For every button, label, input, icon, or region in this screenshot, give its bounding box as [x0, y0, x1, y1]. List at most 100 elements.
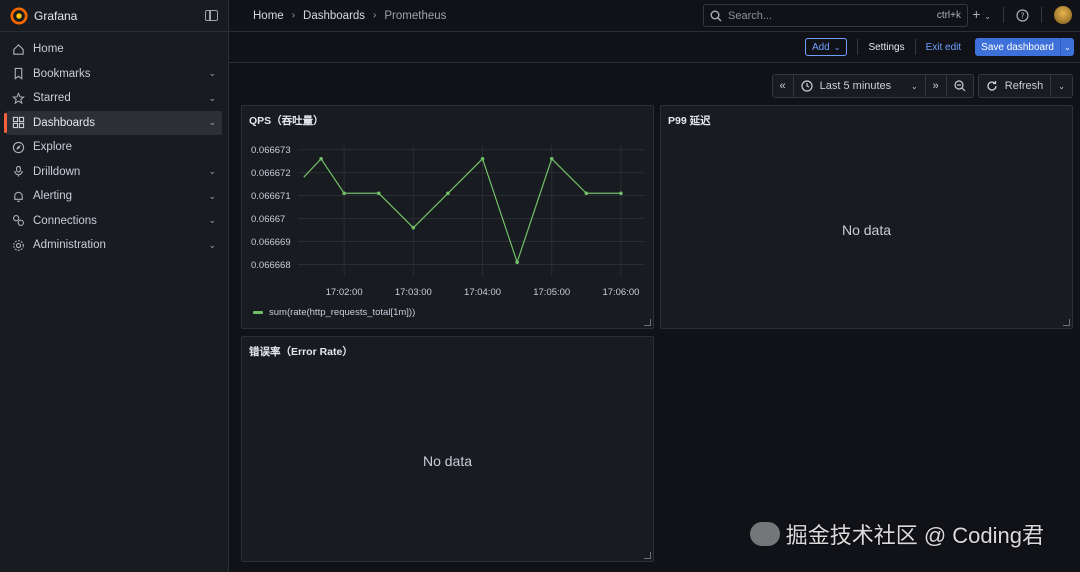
shift-forward-icon[interactable]: » — [926, 75, 947, 97]
breadcrumb-separator-icon: › — [291, 10, 296, 21]
top-bar: Home › Dashboards › Prometheus Search...… — [229, 0, 1080, 32]
time-range-picker[interactable]: Last 5 minutes ⌄ — [794, 75, 926, 97]
chevron-down-icon[interactable]: ⌄ — [208, 93, 216, 104]
qps-line-chart: 0.066673 0.066672 0.066671 0.06667 0.066669 0… — [251, 145, 644, 298]
y-tick-label: 0.06667 — [251, 214, 285, 225]
data-point[interactable] — [342, 191, 346, 196]
exit-edit-button[interactable]: Exit edit — [916, 42, 972, 53]
chevron-down-icon[interactable]: ⌄ — [208, 68, 216, 79]
sidebar-item-drilldown[interactable]: Drilldown ⌄ — [6, 160, 222, 184]
data-point[interactable] — [411, 225, 416, 230]
legend-label: sum(rate(http_requests_total[1m])) — [269, 307, 416, 318]
chevron-down-icon[interactable]: ⌄ — [208, 117, 216, 128]
watermark-text: 掘金技术社区 @ Coding君 — [785, 523, 1044, 548]
brand-name: Grafana — [34, 8, 78, 23]
sidebar-item-label: Drilldown — [33, 165, 81, 178]
resize-handle-icon[interactable] — [644, 552, 651, 559]
wechat-icon — [749, 522, 780, 546]
data-point[interactable] — [584, 191, 589, 196]
drilldown-icon — [14, 165, 23, 177]
resize-handle-icon[interactable] — [1063, 319, 1070, 326]
clock-icon — [801, 80, 813, 92]
y-tick-label: 0.066672 — [251, 168, 291, 179]
sidebar-item-label: Bookmarks — [33, 67, 91, 80]
bell-icon — [14, 191, 23, 202]
new-plus-icon[interactable]: + ⌄ — [972, 7, 991, 24]
search-shortcut: ctrl+k — [936, 10, 961, 21]
panel-error-rate[interactable]: 错误率（Error Rate） No data — [241, 336, 654, 562]
refresh-interval-dropdown[interactable]: ⌄ — [1051, 75, 1072, 97]
breadcrumb: Home › Dashboards › Prometheus — [253, 10, 446, 22]
panel-qps[interactable]: QPS（吞吐量） 0.066673 0.066672 0.066671 0.06667… — [241, 105, 654, 329]
legend-swatch — [253, 311, 263, 314]
nav-menu: Home Bookmarks ⌄ Starred ⌄ Dashboards ⌄ Explore… — [0, 32, 228, 257]
data-point[interactable] — [376, 191, 381, 196]
breadcrumb-dashboards[interactable]: Dashboards — [303, 10, 365, 22]
breadcrumb-current: Prometheus — [384, 9, 447, 22]
sidebar-item-label: Connections — [33, 214, 97, 227]
shift-back-icon[interactable]: « — [773, 75, 794, 97]
sidebar-item-explore[interactable]: Explore — [6, 135, 222, 159]
data-point[interactable] — [515, 260, 519, 265]
search-icon — [710, 10, 722, 21]
x-tick-label: 17:05:00 — [533, 287, 570, 298]
refresh-icon — [987, 81, 997, 91]
refresh-button[interactable]: Refresh — [979, 75, 1052, 97]
settings-button[interactable]: Settings — [858, 42, 914, 53]
avatar[interactable] — [1054, 6, 1072, 24]
data-point[interactable] — [319, 156, 323, 161]
sidebar-item-label: Starred — [33, 92, 71, 104]
sidebar-item-alerting[interactable]: Alerting ⌄ — [6, 184, 222, 208]
chevron-down-icon: ⌄ — [910, 81, 918, 91]
watermark: 掘金技术社区 @ Coding君 — [749, 518, 1044, 550]
divider — [1003, 7, 1004, 23]
chevron-down-icon[interactable]: ⌄ — [208, 191, 216, 202]
chevron-down-icon[interactable]: ⌄ — [208, 240, 216, 251]
bookmark-icon — [14, 67, 23, 80]
sidebar-item-connections[interactable]: Connections ⌄ — [6, 209, 222, 233]
add-button-label: Add — [811, 41, 830, 53]
breadcrumb-home[interactable]: Home — [253, 10, 284, 22]
help-icon[interactable]: ? — [1016, 8, 1029, 22]
chevron-down-icon[interactable]: ⌄ — [208, 166, 216, 177]
data-point[interactable] — [480, 156, 485, 161]
add-button[interactable]: Add ⌄ — [804, 38, 848, 56]
svg-text:?: ? — [1020, 11, 1024, 20]
y-tick-label: 0.066673 — [251, 145, 291, 156]
data-point[interactable] — [446, 191, 450, 196]
zoom-out-button[interactable] — [947, 75, 973, 97]
panel-p99[interactable]: P99 延迟 No data — [660, 105, 1073, 329]
data-point[interactable] — [549, 156, 554, 161]
chevron-down-icon: ⌄ — [833, 42, 841, 52]
sidebar: Grafana Home Bookmarks ⌄ Starred ⌄ Dashboards… — [0, 0, 229, 572]
sidebar-item-bookmarks[interactable]: Bookmarks ⌄ — [6, 62, 222, 86]
panel-title: QPS（吞吐量） — [249, 115, 324, 127]
sidebar-item-administration[interactable]: Administration ⌄ — [6, 233, 222, 257]
zoom-out-icon — [954, 80, 966, 92]
no-data-message: No data — [422, 453, 473, 469]
gear-icon — [13, 239, 24, 251]
y-tick-label: 0.066671 — [251, 191, 291, 202]
sidebar-item-dashboards[interactable]: Dashboards ⌄ — [4, 110, 222, 135]
panel-title: P99 延迟 — [668, 115, 711, 127]
grafana-logo-icon[interactable] — [10, 6, 28, 25]
data-point[interactable] — [619, 191, 623, 196]
save-dashboard-button[interactable]: Save dashboard ⌄ — [975, 38, 1074, 56]
chevron-down-icon: ⌄ — [1058, 81, 1065, 91]
resize-handle-icon[interactable] — [644, 319, 651, 326]
series-line — [303, 157, 621, 265]
chevron-down-icon[interactable]: ⌄ — [208, 215, 216, 226]
y-tick-label: 0.066668 — [251, 260, 291, 271]
sidebar-item-starred[interactable]: Starred ⌄ — [6, 86, 222, 110]
search-input[interactable]: Search... ctrl+k — [703, 4, 968, 27]
chevron-down-icon[interactable]: ⌄ — [1060, 38, 1074, 56]
sidebar-item-label: Home — [33, 43, 64, 55]
save-dashboard-label: Save dashboard — [975, 38, 1060, 56]
chart-legend[interactable]: sum(rate(http_requests_total[1m])) — [253, 307, 415, 318]
time-range-bar: « Last 5 minutes ⌄ » Refresh ⌄ — [771, 74, 1073, 98]
dock-menu-icon[interactable] — [205, 10, 218, 21]
home-icon — [13, 43, 24, 55]
sidebar-item-label: Explore — [33, 141, 72, 153]
no-data-message: No data — [841, 222, 892, 238]
sidebar-item-home[interactable]: Home — [6, 37, 222, 61]
